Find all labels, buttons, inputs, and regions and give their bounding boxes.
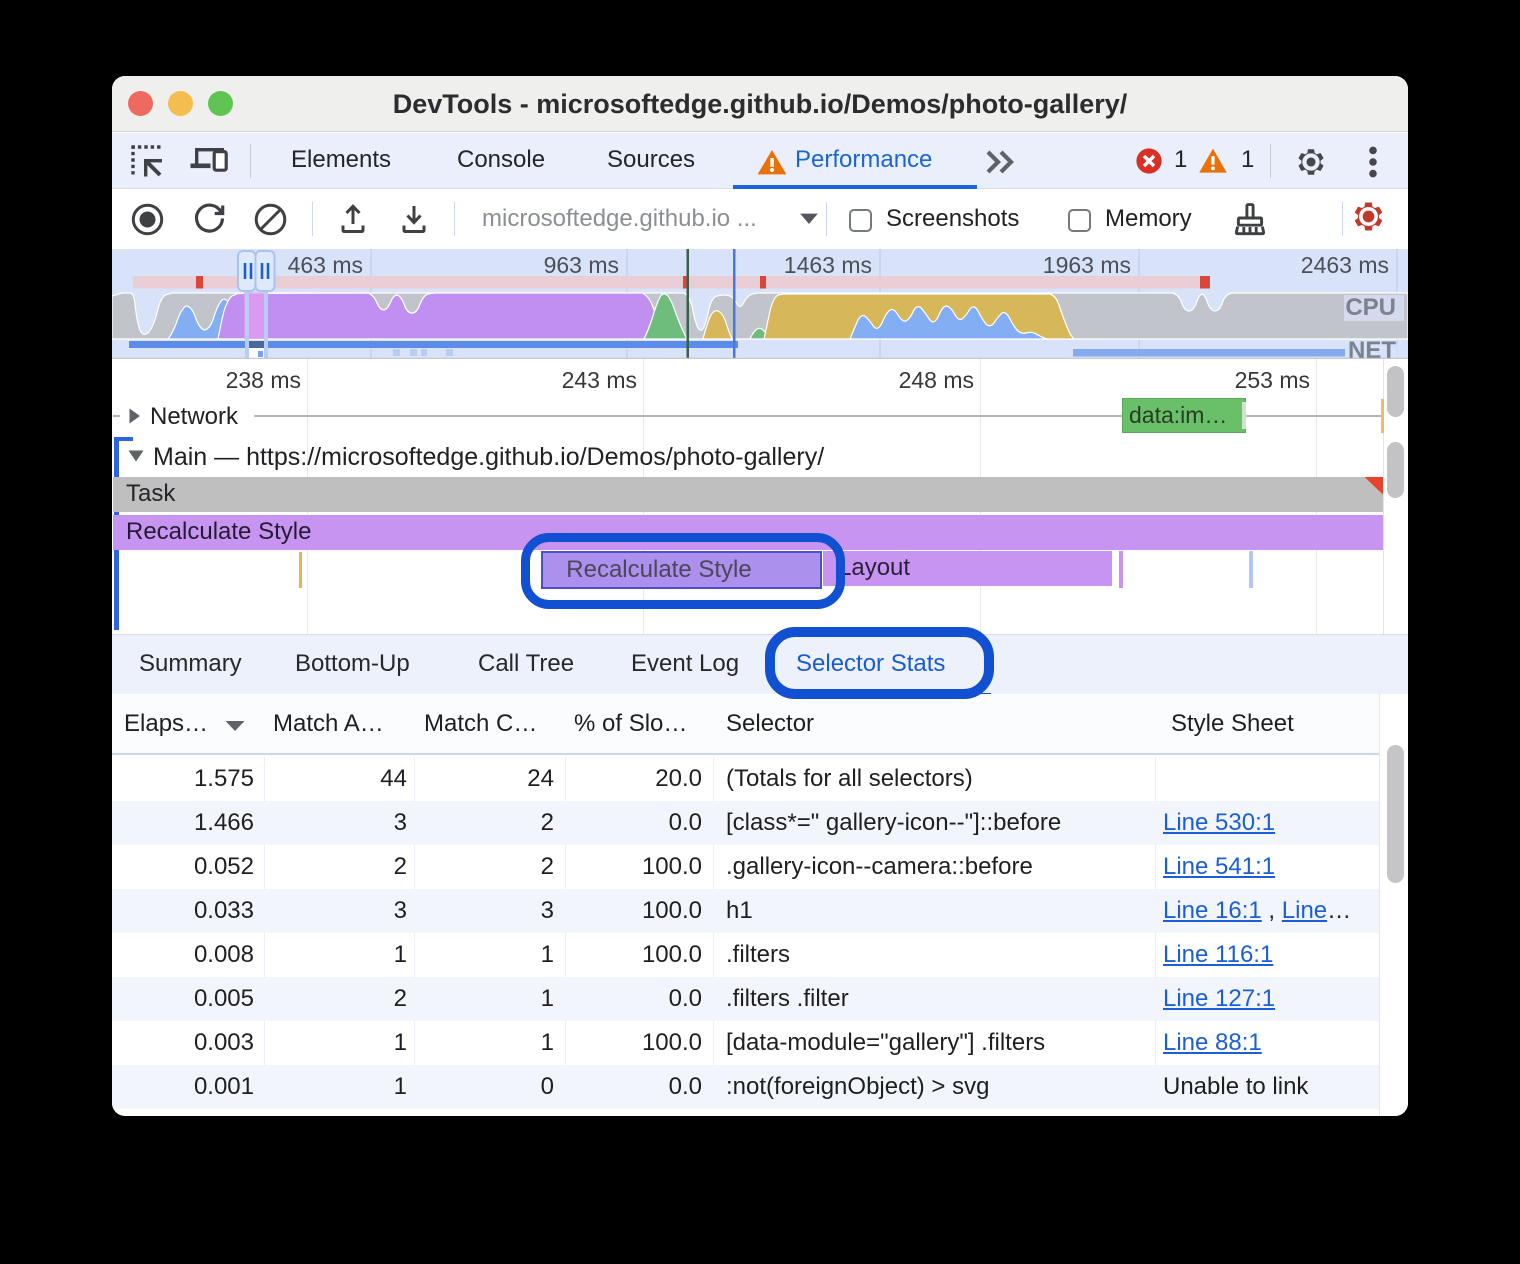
svg-text:1963 ms: 1963 ms: [1043, 252, 1131, 278]
svg-text:NET: NET: [1348, 337, 1396, 359]
svg-text:2463 ms: 2463 ms: [1301, 252, 1389, 278]
svg-text:963 ms: 963 ms: [544, 252, 619, 278]
svg-text:CPU: CPU: [1345, 294, 1396, 321]
svg-text:463 ms: 463 ms: [288, 252, 363, 278]
svg-text:1463 ms: 1463 ms: [784, 252, 872, 278]
